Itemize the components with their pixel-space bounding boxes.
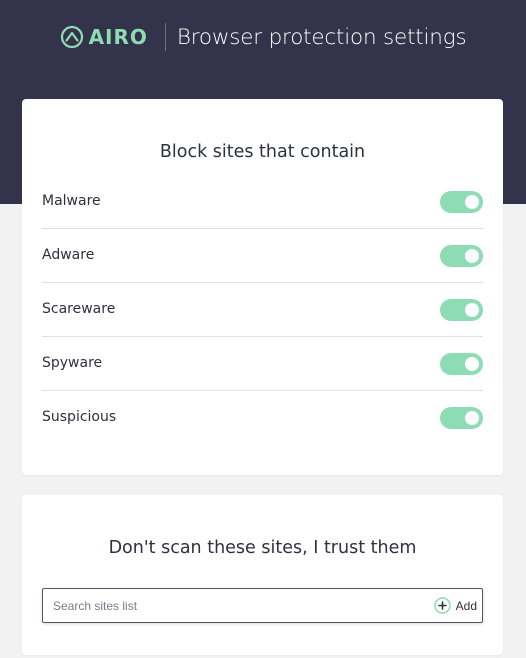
- header-divider: [164, 23, 166, 51]
- setting-row-spyware: Spyware: [42, 337, 483, 391]
- setting-row-malware: Malware: [42, 175, 483, 229]
- block-sites-list: Malware Adware Scareware Spyware Suspici…: [42, 175, 483, 444]
- setting-row-suspicious: Suspicious: [42, 391, 483, 444]
- trusted-sites-card: Don't scan these sites, I trust them Add: [22, 495, 503, 655]
- adware-toggle[interactable]: [440, 245, 483, 267]
- toggle-knob: [465, 411, 479, 425]
- setting-row-adware: Adware: [42, 229, 483, 283]
- scareware-toggle[interactable]: [440, 299, 483, 321]
- setting-label: Malware: [42, 193, 101, 209]
- setting-label: Suspicious: [42, 409, 117, 425]
- search-sites-input[interactable]: [43, 589, 433, 622]
- malware-toggle[interactable]: [440, 191, 483, 213]
- suspicious-toggle[interactable]: [440, 407, 483, 429]
- plus-circle-icon: [433, 597, 451, 614]
- search-sites-box: Add: [42, 588, 483, 623]
- brand-name: AIRO: [88, 25, 148, 49]
- toggle-knob: [465, 249, 479, 263]
- page-title: Browser protection settings: [176, 24, 467, 50]
- toggle-knob: [465, 357, 479, 371]
- setting-label: Scareware: [42, 301, 116, 317]
- setting-label: Adware: [42, 247, 95, 263]
- block-sites-card: Block sites that contain Malware Adware …: [22, 99, 503, 475]
- header: AIRO Browser protection settings: [0, 0, 526, 74]
- trusted-sites-title: Don't scan these sites, I trust them: [108, 538, 417, 558]
- toggle-knob: [465, 303, 479, 317]
- add-site-button[interactable]: Add: [433, 597, 477, 614]
- setting-row-scareware: Scareware: [42, 283, 483, 337]
- airo-logo-icon: [60, 25, 84, 49]
- add-button-label: Add: [455, 598, 477, 613]
- setting-label: Spyware: [42, 355, 103, 371]
- spyware-toggle[interactable]: [440, 353, 483, 375]
- block-sites-title: Block sites that contain: [159, 142, 366, 162]
- brand-logo: AIRO: [60, 25, 148, 49]
- toggle-knob: [465, 195, 479, 209]
